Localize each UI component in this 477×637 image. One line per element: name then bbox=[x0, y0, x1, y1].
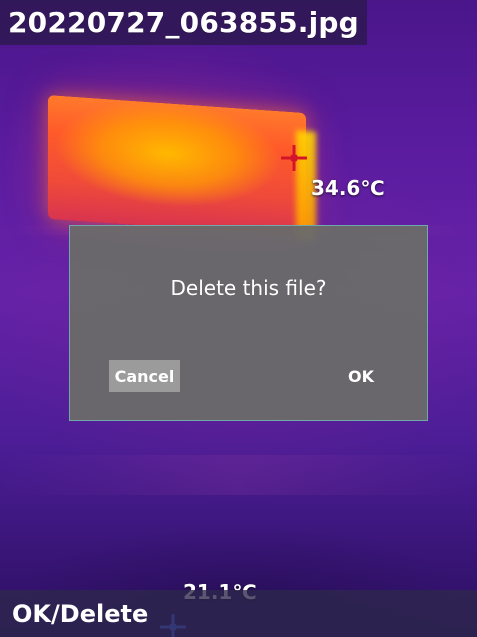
ok-button[interactable]: OK bbox=[337, 360, 385, 392]
hot-spot-crosshair-icon bbox=[281, 145, 307, 171]
hot-object-thermal-region bbox=[48, 94, 306, 238]
dialog-message: Delete this file? bbox=[170, 276, 327, 300]
thermal-image-viewer: 20220727_063855.jpg 34.6℃ Delete this fi… bbox=[0, 0, 477, 637]
cancel-button[interactable]: Cancel bbox=[109, 360, 180, 392]
delete-confirmation-dialog: Delete this file? Cancel OK bbox=[69, 225, 428, 421]
hot-temperature-label: 34.6℃ bbox=[311, 176, 385, 200]
file-name: 20220727_063855.jpg bbox=[8, 6, 359, 39]
dialog-actions: Cancel OK bbox=[70, 360, 427, 394]
ok-delete-hint: OK/Delete bbox=[12, 599, 149, 628]
thermal-band bbox=[0, 455, 477, 495]
title-bar: 20220727_063855.jpg bbox=[0, 0, 367, 45]
bottom-hint-bar: OK/Delete bbox=[0, 590, 477, 637]
